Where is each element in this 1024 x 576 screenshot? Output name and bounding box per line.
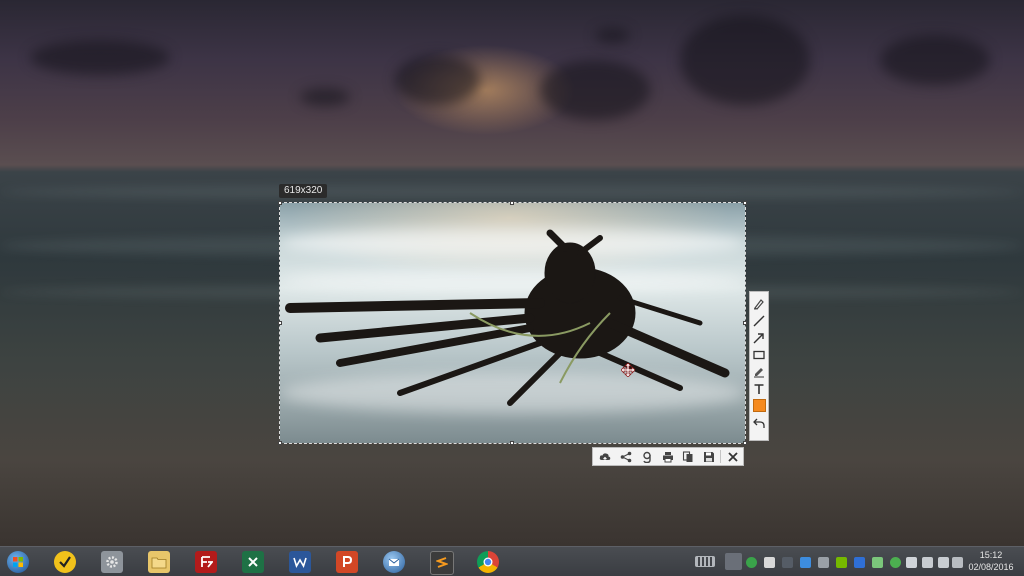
resize-handle-bottom[interactable]	[510, 441, 514, 445]
excel-icon	[248, 557, 258, 567]
resize-handle-bottom-left[interactable]	[278, 441, 282, 445]
close-icon	[728, 451, 738, 462]
resize-handle-left[interactable]	[278, 321, 282, 325]
start-orb-icon	[13, 557, 23, 567]
clock-date: 02/08/2016	[968, 562, 1014, 572]
taskbar-filezilla[interactable]	[195, 551, 217, 573]
resize-handle-top-left[interactable]	[278, 201, 282, 205]
resize-handle-right[interactable]	[743, 321, 747, 325]
color-picker-button[interactable]	[751, 397, 767, 414]
rectangle-icon	[753, 350, 765, 359]
driftwood-image	[285, 229, 730, 406]
rectangle-tool-button[interactable]	[751, 346, 767, 363]
pencil-icon	[754, 367, 764, 377]
undo-button[interactable]	[751, 414, 767, 431]
text-icon	[754, 383, 764, 394]
search-similar-button[interactable]	[636, 448, 657, 465]
bluetooth-icon[interactable]	[854, 557, 865, 568]
tray-icon-dark[interactable]	[782, 557, 793, 568]
taskbar-clock[interactable]: 15:12 02/08/2016	[962, 549, 1020, 573]
snipping-tool-tray-icon[interactable]	[725, 553, 742, 570]
filezilla-icon	[201, 556, 213, 568]
taskbar-powerpoint[interactable]	[336, 551, 358, 573]
arrow-tool-button[interactable]	[751, 329, 767, 346]
copy-icon	[683, 450, 693, 462]
share-button[interactable]	[616, 448, 637, 465]
close-button[interactable]	[722, 448, 743, 465]
undo-icon	[753, 418, 765, 428]
capture-size-label: 619x320	[279, 184, 328, 198]
powerpoint-icon	[343, 556, 353, 567]
tray-icon-lightgreen[interactable]	[872, 557, 883, 568]
tray-icon-green[interactable]	[746, 557, 757, 568]
text-tool-button[interactable]	[751, 380, 767, 397]
save-icon	[703, 451, 714, 462]
share-icon	[620, 451, 632, 462]
word-icon	[293, 557, 307, 568]
print-icon	[662, 451, 673, 462]
line-tool-button[interactable]	[751, 312, 767, 329]
chrome-icon	[483, 557, 493, 567]
pencil-tool-button[interactable]	[751, 363, 767, 380]
taskbar-settings-app[interactable]	[101, 551, 123, 573]
upload-cloud-icon	[600, 452, 611, 461]
resize-handle-bottom-right[interactable]	[743, 441, 747, 445]
start-button[interactable]	[7, 551, 29, 573]
file-explorer-icon	[151, 557, 167, 569]
line-icon	[753, 315, 765, 326]
sublime-text-icon	[436, 557, 448, 568]
taskbar-norton[interactable]	[54, 551, 76, 573]
volume-icon[interactable]	[922, 557, 933, 568]
capture-actions-panel	[592, 447, 744, 466]
keyboard-icon[interactable]	[695, 556, 715, 567]
drawing-tools-panel	[749, 291, 769, 441]
taskbar-file-explorer[interactable]	[148, 551, 170, 573]
tray-icon-nvidia[interactable]	[836, 557, 847, 568]
upload-button[interactable]	[595, 448, 616, 465]
flag-icon[interactable]	[906, 557, 917, 568]
settings-app-icon	[106, 556, 118, 568]
taskbar-thunderbird[interactable]	[383, 551, 405, 573]
taskbar-word[interactable]	[289, 551, 311, 573]
marker-icon	[754, 298, 764, 310]
taskbar-excel[interactable]	[242, 551, 264, 573]
taskbar	[0, 546, 1024, 576]
taskbar-chrome[interactable]	[477, 551, 499, 573]
tray-icon-gray[interactable]	[818, 557, 829, 568]
tray-icon-dropbox[interactable]	[800, 557, 811, 568]
google-search-icon	[643, 451, 651, 463]
resize-handle-top-right[interactable]	[743, 201, 747, 205]
thunderbird-icon	[388, 558, 400, 566]
resize-handle-top[interactable]	[510, 201, 514, 205]
network-icon[interactable]	[938, 557, 949, 568]
move-cursor-icon	[621, 363, 635, 377]
tray-icon-box[interactable]	[764, 557, 775, 568]
copy-button[interactable]	[678, 448, 699, 465]
color-swatch	[752, 399, 766, 412]
capture-selection[interactable]	[279, 202, 746, 444]
clock-time: 15:12	[979, 550, 1003, 560]
marker-tool-button[interactable]	[751, 295, 767, 312]
print-button[interactable]	[657, 448, 678, 465]
toolbar-separator	[720, 450, 722, 463]
norton-icon	[59, 556, 71, 568]
taskbar-sublime-text[interactable]	[430, 551, 454, 575]
arrow-icon	[753, 332, 764, 343]
tray-check-icon[interactable]	[890, 557, 901, 568]
save-button[interactable]	[699, 448, 720, 465]
